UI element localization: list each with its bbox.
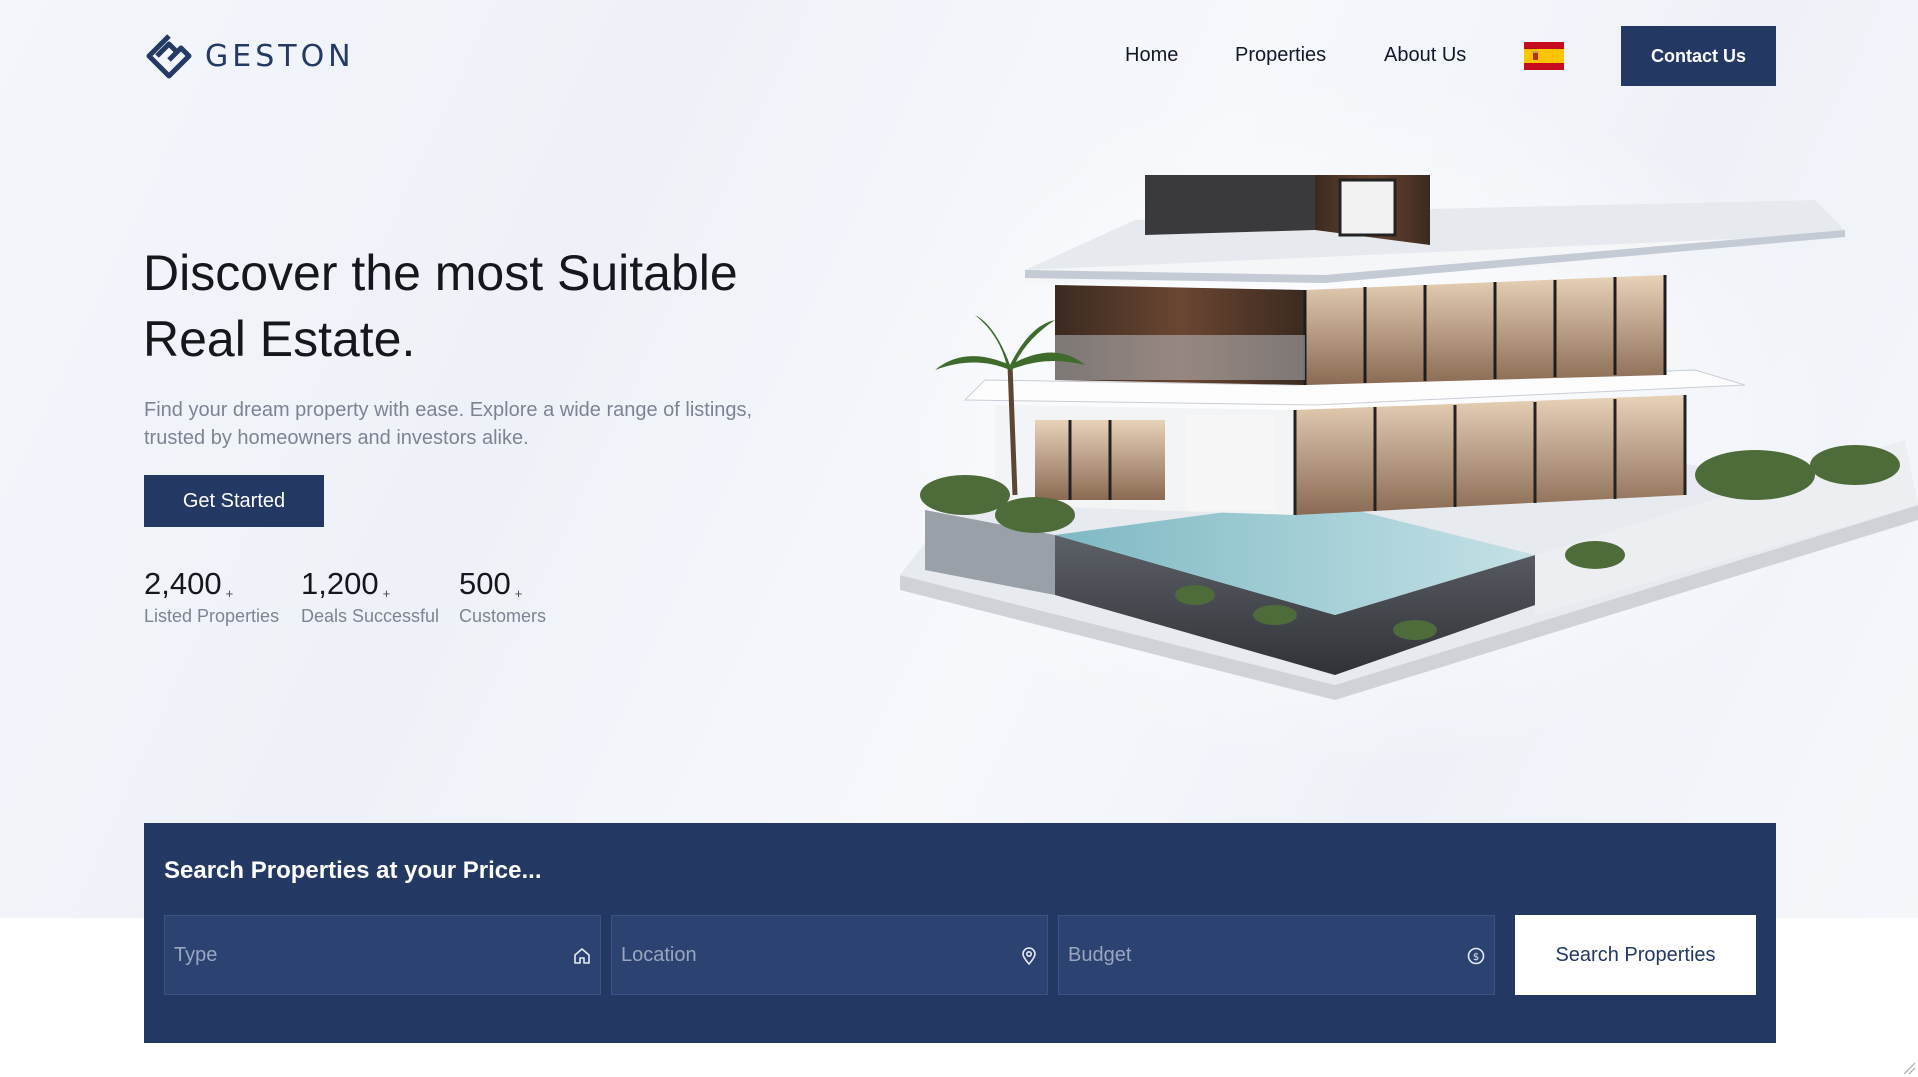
stat-label: Listed Properties	[144, 606, 280, 626]
stat-listed-properties: 2,400 + Listed Properties	[144, 566, 279, 627]
budget-field[interactable]: $	[1058, 915, 1495, 995]
stat-value: 500 +	[459, 566, 523, 601]
logo-mark-icon	[146, 34, 192, 79]
get-started-button[interactable]: Get Started	[144, 475, 324, 527]
stat-deals-successful: 1,200 + Deals Successful	[301, 566, 439, 627]
budget-input[interactable]	[1059, 916, 1494, 994]
stat-suffix: +	[225, 586, 234, 601]
type-input[interactable]	[165, 916, 600, 994]
search-panel-title: Search Properties at your Price...	[164, 857, 542, 884]
home-icon	[574, 948, 590, 964]
dollar-circle-icon: $	[1467, 947, 1485, 965]
modern-villa-image	[900, 175, 1918, 700]
stat-label: Customers	[459, 606, 547, 626]
hero-title: Discover the most Suitable Real Estate.	[143, 245, 738, 367]
location-field[interactable]	[611, 915, 1048, 995]
top-navigation: GESTON Home Properties About Us Contact …	[0, 0, 1918, 114]
brand-name: GESTON	[205, 38, 355, 74]
property-search-panel: Search Properties at your Price... $ Sea…	[144, 823, 1776, 1043]
spain-flag-icon[interactable]	[1524, 42, 1564, 70]
svg-text:$: $	[1473, 952, 1479, 963]
stat-suffix: +	[514, 586, 523, 601]
map-pin-icon	[1022, 947, 1036, 966]
location-input[interactable]	[612, 916, 1047, 994]
stat-value: 1,200 +	[301, 566, 391, 601]
contact-us-button[interactable]: Contact Us	[1621, 26, 1776, 86]
search-properties-button[interactable]: Search Properties	[1515, 915, 1756, 995]
resize-grip-icon[interactable]	[1902, 1061, 1916, 1075]
nav-properties-link[interactable]: Properties	[1235, 44, 1326, 67]
nav-about-us-link[interactable]: About Us	[1384, 44, 1466, 67]
stat-suffix: +	[382, 586, 391, 601]
nav-home-link[interactable]: Home	[1125, 44, 1178, 67]
stat-value: 2,400 +	[144, 566, 234, 601]
stat-customers: 500 + Customers	[459, 566, 546, 627]
brand-logo[interactable]: GESTON	[143, 32, 355, 80]
type-field[interactable]	[164, 915, 601, 995]
stat-label: Deals Successful	[301, 606, 440, 626]
hero-subtitle: Find your dream property with ease. Expl…	[144, 399, 753, 449]
